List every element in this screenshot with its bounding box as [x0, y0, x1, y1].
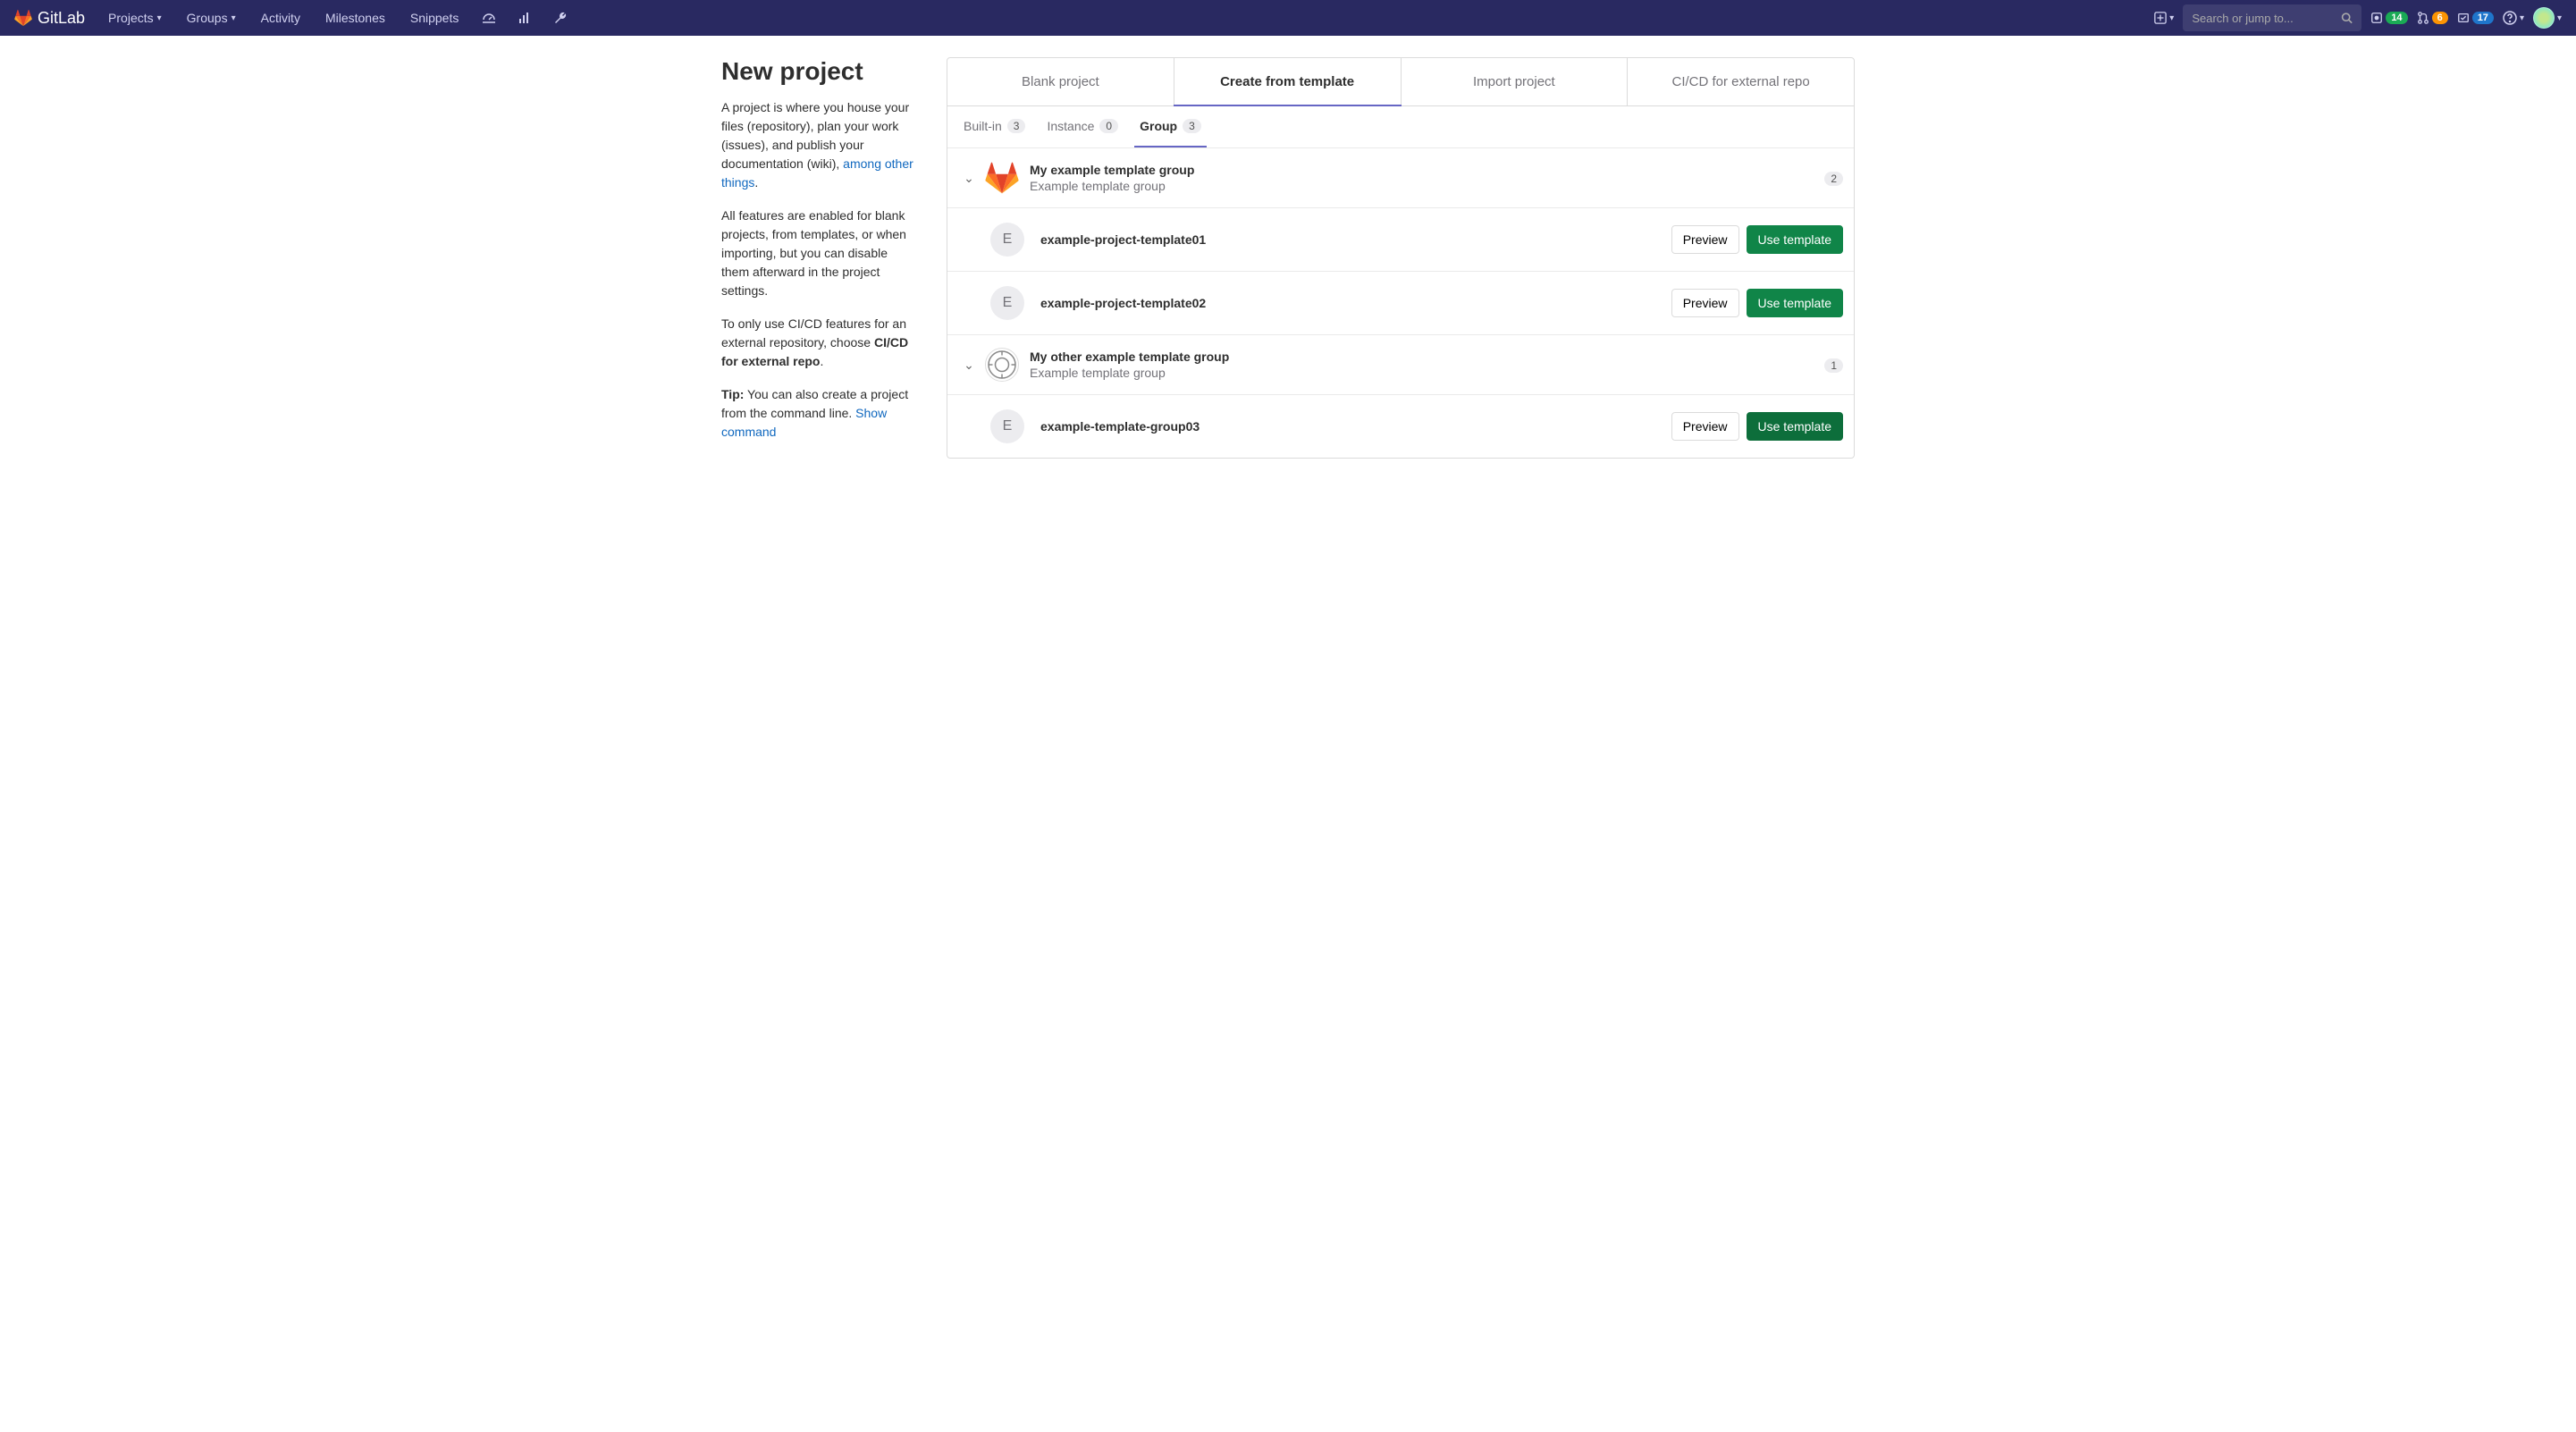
group-template-count: 1 [1824, 358, 1843, 373]
group-circle-icon [985, 348, 1019, 382]
template-name: example-template-group03 [1040, 419, 1200, 434]
todo-icon [2457, 12, 2470, 24]
user-avatar [2533, 7, 2555, 29]
search-icon [2341, 12, 2353, 24]
chevron-down-icon: ▾ [157, 13, 162, 23]
brand-name: GitLab [38, 9, 85, 28]
plus-dropdown[interactable]: ▾ [2154, 12, 2174, 24]
chevron-down-icon[interactable]: ⌄ [958, 358, 980, 373]
intro-p3: To only use CI/CD features for an extern… [721, 315, 918, 371]
chevron-down-icon[interactable]: ⌄ [958, 171, 980, 186]
merge-request-icon [2417, 12, 2429, 24]
group-name: My other example template group [1030, 350, 1229, 364]
page-body: New project A project is where you house… [636, 36, 1940, 480]
search-box[interactable] [2183, 4, 2361, 31]
todos-counter[interactable]: 17 [2457, 12, 2494, 24]
template-row: E example-template-group03 Preview Use t… [947, 395, 1854, 458]
page-title: New project [721, 57, 918, 86]
merge-requests-counter[interactable]: 6 [2417, 12, 2448, 24]
group-desc: Example template group [1030, 366, 1229, 380]
template-name: example-project-template02 [1040, 296, 1206, 310]
template-avatar: E [990, 409, 1024, 443]
group-template-count: 2 [1824, 172, 1843, 186]
main-tabs: Blank project Create from template Impor… [947, 58, 1854, 106]
use-template-button[interactable]: Use template [1747, 289, 1843, 317]
group-avatar [985, 348, 1019, 382]
template-row: E example-project-template02 Preview Use… [947, 272, 1854, 335]
template-sub-tabs: Built-in3 Instance0 Group3 [947, 106, 1854, 148]
chevron-down-icon: ▾ [2169, 13, 2174, 23]
gitlab-logo[interactable]: GitLab [14, 9, 85, 28]
preview-button[interactable]: Preview [1671, 412, 1739, 441]
help-dropdown[interactable]: ▾ [2503, 11, 2524, 25]
navbar-left: GitLab Projects▾ Groups▾ Activity Milest… [14, 9, 575, 28]
subtab-builtin[interactable]: Built-in3 [958, 106, 1031, 147]
template-avatar: E [990, 286, 1024, 320]
nav-projects[interactable]: Projects▾ [99, 11, 171, 25]
chevron-down-icon: ▾ [2520, 13, 2524, 23]
nav-activity[interactable]: Activity [252, 11, 309, 25]
plus-square-icon [2154, 12, 2167, 24]
search-input[interactable] [2192, 12, 2341, 25]
tanuki-icon [985, 161, 1019, 195]
chart-icon[interactable] [510, 11, 539, 25]
group-name: My example template group [1030, 163, 1194, 177]
navbar-right: ▾ 14 6 17 ▾ ▾ [2154, 4, 2562, 31]
intro-p4: Tip: You can also create a project from … [721, 385, 918, 442]
group-desc: Example template group [1030, 179, 1194, 193]
side-column: New project A project is where you house… [650, 57, 918, 459]
nav-milestones[interactable]: Milestones [316, 11, 394, 25]
merge-requests-count: 6 [2432, 12, 2448, 24]
subtab-group[interactable]: Group3 [1134, 106, 1207, 147]
chevron-down-icon: ▾ [232, 13, 236, 23]
question-icon [2503, 11, 2517, 25]
tab-create-from-template[interactable]: Create from template [1174, 58, 1402, 105]
tab-cicd-external[interactable]: CI/CD for external repo [1628, 58, 1854, 105]
wrench-icon[interactable] [546, 11, 575, 25]
issues-icon [2370, 12, 2383, 24]
issues-count: 14 [2386, 12, 2407, 24]
template-group-header: ⌄ My example template group Example temp… [947, 148, 1854, 208]
tab-import-project[interactable]: Import project [1402, 58, 1629, 105]
todos-count: 17 [2472, 12, 2494, 24]
template-row: E example-project-template01 Preview Use… [947, 208, 1854, 272]
template-avatar: E [990, 223, 1024, 257]
preview-button[interactable]: Preview [1671, 289, 1739, 317]
chevron-down-icon: ▾ [2557, 13, 2562, 23]
group-avatar [985, 161, 1019, 195]
intro-p2: All features are enabled for blank proje… [721, 206, 918, 300]
template-name: example-project-template01 [1040, 232, 1206, 247]
gauge-icon[interactable] [475, 11, 503, 25]
main-column: Blank project Create from template Impor… [947, 57, 1926, 459]
user-menu[interactable]: ▾ [2533, 7, 2562, 29]
use-template-button[interactable]: Use template [1747, 412, 1843, 441]
issues-counter[interactable]: 14 [2370, 12, 2407, 24]
nav-snippets[interactable]: Snippets [401, 11, 467, 25]
tab-blank-project[interactable]: Blank project [947, 58, 1174, 105]
tanuki-icon [14, 9, 32, 27]
preview-button[interactable]: Preview [1671, 225, 1739, 254]
use-template-button[interactable]: Use template [1747, 225, 1843, 254]
top-navbar: GitLab Projects▾ Groups▾ Activity Milest… [0, 0, 2576, 36]
template-group-header: ⌄ My other example template group Exampl… [947, 335, 1854, 395]
create-project-panel: Blank project Create from template Impor… [947, 57, 1855, 459]
subtab-instance[interactable]: Instance0 [1041, 106, 1124, 147]
intro-p1: A project is where you house your files … [721, 98, 918, 192]
nav-groups[interactable]: Groups▾ [178, 11, 245, 25]
